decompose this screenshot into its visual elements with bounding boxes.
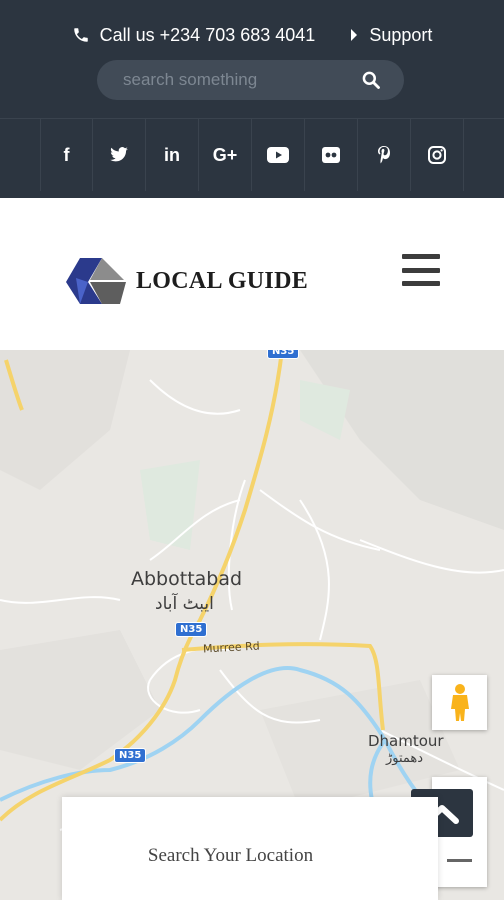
highway-shield: N35	[175, 622, 208, 637]
support-label: Support	[369, 24, 433, 45]
contact-row: Call us +234 703 683 4041 Support	[0, 22, 504, 48]
menu-toggle-button[interactable]	[402, 254, 440, 286]
twitter-icon[interactable]	[93, 119, 146, 191]
logo-text: LOCAL GUIDE	[136, 267, 309, 294]
top-bar: Call us +234 703 683 4041 Support f in G…	[0, 0, 504, 198]
youtube-icon[interactable]	[252, 119, 305, 191]
facebook-icon[interactable]: f	[40, 119, 93, 191]
phone-link[interactable]: Call us +234 703 683 4041	[72, 24, 316, 46]
highway-shield: N35	[267, 350, 300, 359]
flickr-icon[interactable]	[305, 119, 358, 191]
site-logo[interactable]: LOCAL GUIDE	[62, 252, 308, 310]
pegman-icon	[450, 683, 469, 721]
map-city-label-urdu: ایبٹ آباد	[155, 594, 214, 614]
zoom-out-button[interactable]	[447, 859, 472, 862]
street-view-pegman-button[interactable]	[432, 675, 487, 730]
search-icon[interactable]	[360, 69, 382, 91]
map-town-label-urdu: دھمتوڑ	[386, 751, 424, 766]
social-links: f in G+	[0, 118, 504, 198]
caret-right-icon	[351, 29, 358, 41]
linkedin-icon[interactable]: in	[146, 119, 199, 191]
search-bar	[97, 60, 404, 100]
highway-shield: N35	[114, 748, 147, 763]
search-location-title: Search Your Location	[147, 845, 314, 866]
search-input[interactable]	[123, 70, 360, 90]
support-link[interactable]: Support	[349, 25, 432, 46]
pinterest-icon[interactable]	[358, 119, 411, 191]
hamburger-bar	[402, 267, 440, 273]
hamburger-bar	[402, 281, 440, 286]
hamburger-bar	[402, 254, 440, 259]
phone-icon	[73, 28, 88, 42]
search-location-card[interactable]: Search Your Location	[62, 797, 438, 900]
google-plus-icon[interactable]: G+	[199, 119, 252, 191]
instagram-icon[interactable]	[411, 119, 464, 191]
map-town-label: Dhamtour	[368, 732, 444, 750]
phone-text: Call us +234 703 683 4041	[99, 24, 316, 45]
logo-mark-icon	[66, 258, 126, 304]
map-city-label: Abbottabad	[131, 568, 243, 590]
